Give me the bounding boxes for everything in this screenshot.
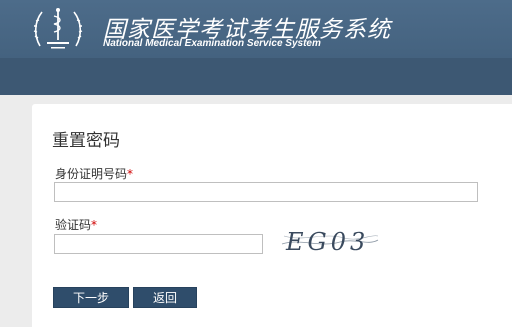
medical-exam-emblem-icon [33, 8, 83, 49]
nav-bar [0, 58, 512, 95]
captcha-label-text: 验证码 [55, 218, 92, 232]
captcha-label: 验证码* [55, 216, 97, 233]
required-mark: * [91, 218, 98, 232]
captcha-text: EG03 [285, 228, 369, 256]
page-title: 重置密码 [52, 131, 120, 151]
captcha-input[interactable] [54, 234, 263, 254]
back-button[interactable]: 返回 [133, 287, 197, 308]
required-mark: * [127, 167, 134, 181]
id-number-label: 身份证明号码* [55, 165, 133, 182]
id-number-input[interactable] [54, 182, 478, 202]
next-step-button[interactable]: 下一步 [53, 287, 129, 308]
site-subtitle: National Medical Examination Service Sys… [103, 38, 321, 49]
site-header: 国家医学考试考生服务系统 National Medical Examinatio… [0, 0, 512, 58]
id-number-label-text: 身份证明号码 [55, 167, 128, 181]
captcha-image[interactable]: EG03 [280, 224, 380, 256]
